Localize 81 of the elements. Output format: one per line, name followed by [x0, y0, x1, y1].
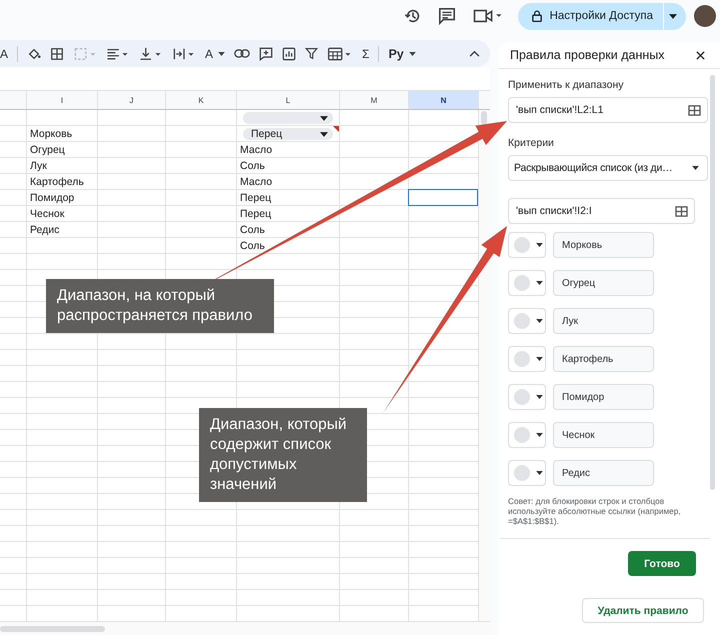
- color-picker-button[interactable]: [508, 308, 546, 334]
- cell-text: Масло: [239, 144, 272, 156]
- cell-text: Чеснок: [29, 208, 64, 220]
- cell-text: Масло: [239, 176, 272, 188]
- borders-icon[interactable]: [50, 46, 64, 60]
- selected-cell[interactable]: [408, 189, 478, 206]
- caret-icon: [536, 395, 543, 399]
- column-header[interactable]: K: [166, 91, 237, 109]
- video-camera-icon[interactable]: [472, 7, 504, 25]
- option-field[interactable]: Картофель: [553, 346, 654, 372]
- toolbar-button[interactable]: Ру: [388, 46, 416, 60]
- dropdown-chip[interactable]: Перец: [243, 128, 333, 140]
- cell-text: Соль: [239, 240, 265, 252]
- grid-icon[interactable]: [688, 104, 701, 116]
- color-picker-button[interactable]: [508, 460, 546, 486]
- align-left-icon[interactable]: [106, 46, 130, 60]
- option-field[interactable]: Редис: [553, 460, 654, 486]
- share-menu-button[interactable]: [664, 2, 686, 30]
- cell-text: Огурец: [29, 144, 65, 156]
- table-icon[interactable]: [327, 46, 354, 60]
- grid-icon[interactable]: [675, 206, 688, 216]
- panel-title: Правила проверки данных: [510, 48, 665, 62]
- option-field[interactable]: Лук: [553, 308, 654, 334]
- cell-text: Перец: [239, 192, 272, 204]
- field-label: Применить к диапазону: [508, 79, 625, 91]
- avatar[interactable]: [694, 5, 716, 27]
- color-picker-button[interactable]: [508, 422, 546, 448]
- color-picker-button[interactable]: [508, 232, 546, 258]
- align-bottom-icon[interactable]: [139, 46, 164, 60]
- caret-icon: [669, 14, 677, 18]
- caret-icon: [536, 433, 543, 437]
- done-button[interactable]: Готово: [628, 551, 696, 576]
- caret-icon: [536, 319, 543, 323]
- chart-icon[interactable]: [282, 46, 296, 60]
- delete-rule-button[interactable]: Удалить правило: [582, 598, 704, 623]
- cell-text: Морковь: [29, 128, 72, 140]
- caret-icon: [536, 357, 543, 361]
- caret-icon: [536, 281, 543, 285]
- criteria-dropdown[interactable]: Раскрывающийся список (из ди…: [508, 155, 708, 181]
- paint-bucket-icon[interactable]: [27, 46, 42, 60]
- cell-text: Перец: [239, 208, 272, 220]
- cell-text: Соль: [239, 160, 265, 172]
- cell-text: Картофель: [29, 176, 84, 188]
- option-field[interactable]: Помидор: [553, 384, 654, 410]
- link-icon[interactable]: [234, 48, 250, 59]
- callout-box: Диапазон, который содержит список допустимых значений: [199, 408, 367, 502]
- caret-icon: [536, 471, 543, 475]
- cell-text: Редис: [29, 224, 60, 236]
- toolbar-button[interactable]: Σ: [362, 46, 370, 60]
- lock-icon: [532, 10, 542, 22]
- column-header[interactable]: L: [237, 91, 340, 109]
- toolbar-button[interactable]: A: [0, 46, 8, 60]
- option-field[interactable]: Огурец: [553, 270, 654, 296]
- range-field[interactable]: 'вып списки'!I2:I: [508, 198, 695, 224]
- cell-text: Лук: [29, 160, 47, 172]
- history-icon[interactable]: [404, 7, 422, 25]
- cell-text: Помидор: [29, 192, 74, 204]
- range-field[interactable]: 'вып списки'!L2:L1: [508, 97, 708, 123]
- color-picker-button[interactable]: [508, 270, 546, 296]
- add-comment-icon[interactable]: [259, 46, 274, 60]
- close-icon[interactable]: [696, 50, 705, 60]
- text-wrap-icon[interactable]: [172, 46, 196, 60]
- field-label: Критерии: [508, 137, 555, 149]
- caret-icon: [692, 166, 699, 170]
- option-field[interactable]: Чеснок: [553, 422, 654, 448]
- column-header[interactable]: N: [409, 91, 479, 109]
- color-picker-button[interactable]: [508, 384, 546, 410]
- toolbar-button[interactable]: A: [205, 46, 226, 60]
- comment-icon[interactable]: [438, 7, 456, 25]
- color-picker-button[interactable]: [508, 346, 546, 372]
- option-field[interactable]: Морковь: [553, 232, 654, 258]
- caret-icon: [536, 243, 543, 247]
- column-header[interactable]: I: [27, 91, 98, 109]
- share-button[interactable]: Настройки Доступа: [518, 2, 663, 30]
- filter-icon[interactable]: [305, 47, 318, 60]
- hint-text: Совет: для блокировки строк и столбцов используйте абсолютные ссылки (например, =$A$1:$B$1).: [508, 496, 682, 526]
- caret-icon: [320, 132, 328, 136]
- column-header[interactable]: J: [98, 91, 166, 109]
- callout-box: Диапазон, на который распространяется правило: [46, 279, 274, 333]
- cell-text: Соль: [239, 224, 265, 236]
- collapse-icon[interactable]: [469, 50, 480, 57]
